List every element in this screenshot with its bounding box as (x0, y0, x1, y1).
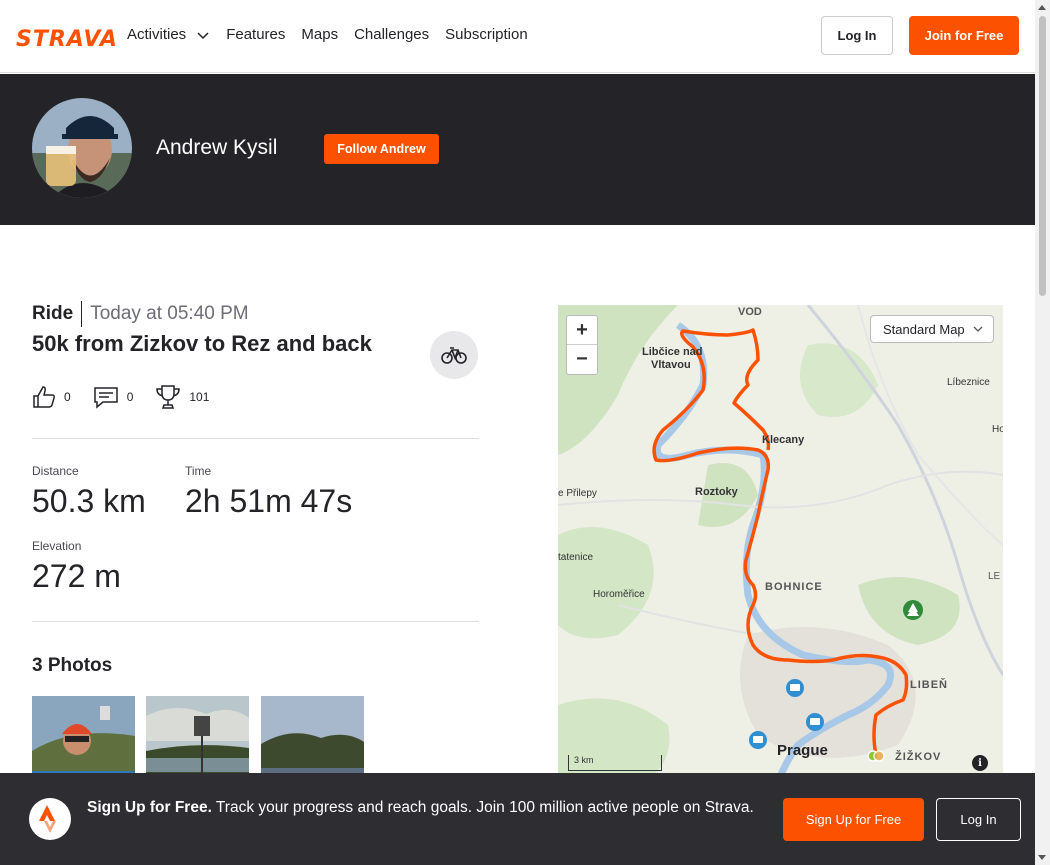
divider (32, 438, 479, 439)
strava-icon (29, 798, 71, 840)
map-canvas (558, 305, 1003, 795)
trophy-icon (156, 385, 181, 409)
comments-button[interactable]: 0 (93, 385, 134, 409)
map-style-select[interactable]: Standard Map (870, 315, 994, 343)
comment-icon (93, 387, 118, 409)
kudos-count: 0 (64, 390, 71, 404)
photo-marker-icon (786, 679, 804, 697)
activity-time: Today at 05:40 PM (90, 303, 249, 324)
route-map[interactable]: VOD Libčice nad Vltavou Líbeznice Ho Kle… (558, 305, 1003, 795)
chevron-down-icon (197, 31, 209, 39)
scroll-up-icon[interactable] (1038, 5, 1046, 10)
map-scale: 3 km (568, 755, 662, 771)
photos-heading: 3 Photos (32, 655, 113, 676)
map-label: LE (988, 571, 1001, 582)
kudos-button[interactable]: 0 (32, 385, 71, 409)
top-nav: STRAVA Activities Features Maps Challeng… (0, 0, 1035, 73)
stat-label: Elevation (32, 539, 82, 553)
ride-sport-icon (430, 331, 478, 379)
signup-message: Sign Up for Free. Track your progress an… (87, 797, 757, 819)
activity-title: 50k from Zizkov to Rez and back (32, 331, 372, 356)
signup-banner: Sign Up for Free. Track your progress an… (0, 773, 1035, 865)
divider (32, 621, 479, 622)
signup-body: Track your progress and reach goals. Joi… (211, 799, 754, 816)
map-style-value: Standard Map (883, 321, 965, 337)
avatar-image (32, 98, 132, 198)
info-icon[interactable]: i (972, 755, 988, 771)
photo-marker-icon (749, 731, 767, 749)
avatar[interactable] (32, 98, 132, 198)
scrollbar[interactable] (1035, 0, 1050, 865)
activity-meta: Ride Today at 05:40 PM (32, 301, 249, 327)
nav-activities[interactable]: Activities (127, 26, 210, 43)
map-label: Prague (777, 742, 828, 759)
divider (81, 301, 83, 327)
park-marker-icon (903, 600, 923, 620)
chevron-down-icon (973, 326, 983, 332)
map-label: Roztoky (695, 486, 738, 498)
stat-value: 50.3 km (32, 483, 146, 519)
scroll-down-icon[interactable] (1038, 855, 1046, 860)
stat-distance: Distance 50.3 km (32, 464, 146, 520)
athlete-name[interactable]: Andrew Kysil (156, 136, 277, 160)
nav-activities-label: Activities (127, 26, 187, 43)
nav-subscription[interactable]: Subscription (445, 26, 528, 43)
map-label: LIBEŇ (910, 679, 948, 691)
stat-value: 2h 51m 47s (185, 483, 353, 519)
map-label: Líbeznice (947, 377, 990, 388)
zoom-out-button[interactable]: − (567, 345, 597, 374)
thumbs-up-icon (33, 386, 55, 408)
signup-headline: Sign Up for Free. (87, 799, 212, 816)
stat-label: Time (185, 464, 212, 478)
page: STRAVA Activities Features Maps Challeng… (0, 0, 1050, 865)
stat-value: 272 m (32, 558, 121, 594)
activity-type: Ride (32, 303, 74, 324)
nav-links: Activities Features Maps Challenges Subs… (127, 26, 528, 43)
zoom-in-button[interactable]: + (567, 316, 597, 345)
signup-button[interactable]: Sign Up for Free (783, 798, 924, 841)
photo-marker-icon (806, 713, 824, 731)
bicycle-icon (441, 347, 467, 364)
achievements-count: 101 (189, 390, 210, 404)
map-label: BOHNICE (765, 581, 823, 593)
stat-time: Time 2h 51m 47s (185, 464, 352, 520)
scroll-thumb[interactable] (1039, 16, 1046, 296)
map-label: Ho (992, 424, 1003, 435)
athlete-banner: Andrew Kysil Follow Andrew (0, 74, 1035, 225)
map-label: Horoměřice (593, 589, 645, 600)
nav-maps[interactable]: Maps (301, 26, 338, 43)
nav-challenges[interactable]: Challenges (354, 26, 429, 43)
strava-logo[interactable]: STRAVA (16, 27, 118, 52)
map-label: Libčice nad (642, 346, 703, 358)
social-stats: 0 0 101 (32, 384, 231, 410)
follow-button[interactable]: Follow Andrew (324, 134, 439, 164)
map-label: Klecany (762, 434, 805, 446)
map-label: ŽIŽKOV (895, 751, 942, 763)
comments-count: 0 (126, 390, 134, 404)
zoom-controls: + − (566, 315, 598, 375)
stat-label: Distance (32, 464, 79, 478)
join-button[interactable]: Join for Free (909, 16, 1019, 55)
map-label: Vltavou (651, 359, 691, 371)
nav-features[interactable]: Features (226, 26, 285, 43)
map-label: tatenice (558, 552, 594, 563)
achievements-button[interactable]: 101 (155, 384, 209, 410)
map-label: VOD (738, 306, 762, 318)
map-label: e Přilepy (558, 488, 597, 499)
stat-elevation: Elevation 272 m (32, 539, 121, 595)
login-button[interactable]: Log In (936, 798, 1021, 841)
login-button[interactable]: Log In (821, 16, 893, 55)
